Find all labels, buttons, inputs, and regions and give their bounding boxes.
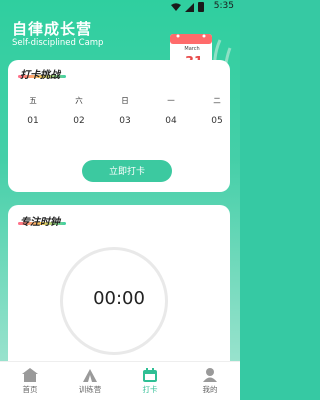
wifi-icon <box>171 3 181 11</box>
tab-label: 我的 <box>202 384 218 394</box>
tab-training-camp[interactable]: 训练营 <box>60 362 120 400</box>
day-number: 05 <box>211 116 223 126</box>
calendar-icon <box>143 367 157 382</box>
app-title: 自律成长营 <box>12 20 93 38</box>
day-column: 日 03 <box>110 94 140 126</box>
day-column: 五 01 <box>18 94 48 126</box>
status-time: 5:35 <box>213 1 234 11</box>
focus-card-title: 专注时钟 <box>20 217 60 228</box>
home-icon <box>22 367 38 382</box>
day-column: 二 05 <box>202 94 232 126</box>
checkin-card-title: 打卡挑战 <box>20 70 60 81</box>
tab-label: 打卡 <box>142 384 158 394</box>
status-icons <box>171 2 204 12</box>
tab-mine[interactable]: 我的 <box>180 362 240 400</box>
day-name: 二 <box>213 96 221 105</box>
bottom-tab-bar: 首页 训练营 打卡 我的 <box>0 361 240 400</box>
day-number: 02 <box>73 116 85 126</box>
day-name: 日 <box>121 96 129 105</box>
checkin-button[interactable]: 立即打卡 <box>82 160 172 182</box>
tab-label: 训练营 <box>78 384 102 394</box>
timer-display: 00:00 <box>93 288 145 309</box>
week-strip: 五 01 六 02 日 03 一 04 二 05 <box>8 94 230 134</box>
day-column: 六 02 <box>64 94 94 126</box>
calendar-month: March <box>184 46 199 52</box>
tab-checkin[interactable]: 打卡 <box>120 362 180 400</box>
day-number: 04 <box>165 116 177 126</box>
signal-icon <box>185 2 194 12</box>
status-bar: 5:35 <box>0 0 240 14</box>
day-name: 一 <box>167 96 175 105</box>
day-column: 一 04 <box>156 94 186 126</box>
day-number: 03 <box>119 116 131 126</box>
battery-icon <box>198 2 204 12</box>
day-name: 六 <box>75 96 83 105</box>
focus-clock-card: 专注时钟 00:00 <box>8 205 230 365</box>
day-name: 五 <box>29 96 37 105</box>
tent-icon <box>83 368 97 382</box>
checkin-card: 打卡挑战 五 01 六 02 日 03 一 04 二 05 立即打卡 <box>8 60 230 192</box>
user-icon <box>203 367 217 382</box>
tab-home[interactable]: 首页 <box>0 362 60 400</box>
day-number: 01 <box>27 116 39 126</box>
app-subtitle: Self-disciplined Camp <box>12 38 104 48</box>
tab-label: 首页 <box>22 384 38 394</box>
